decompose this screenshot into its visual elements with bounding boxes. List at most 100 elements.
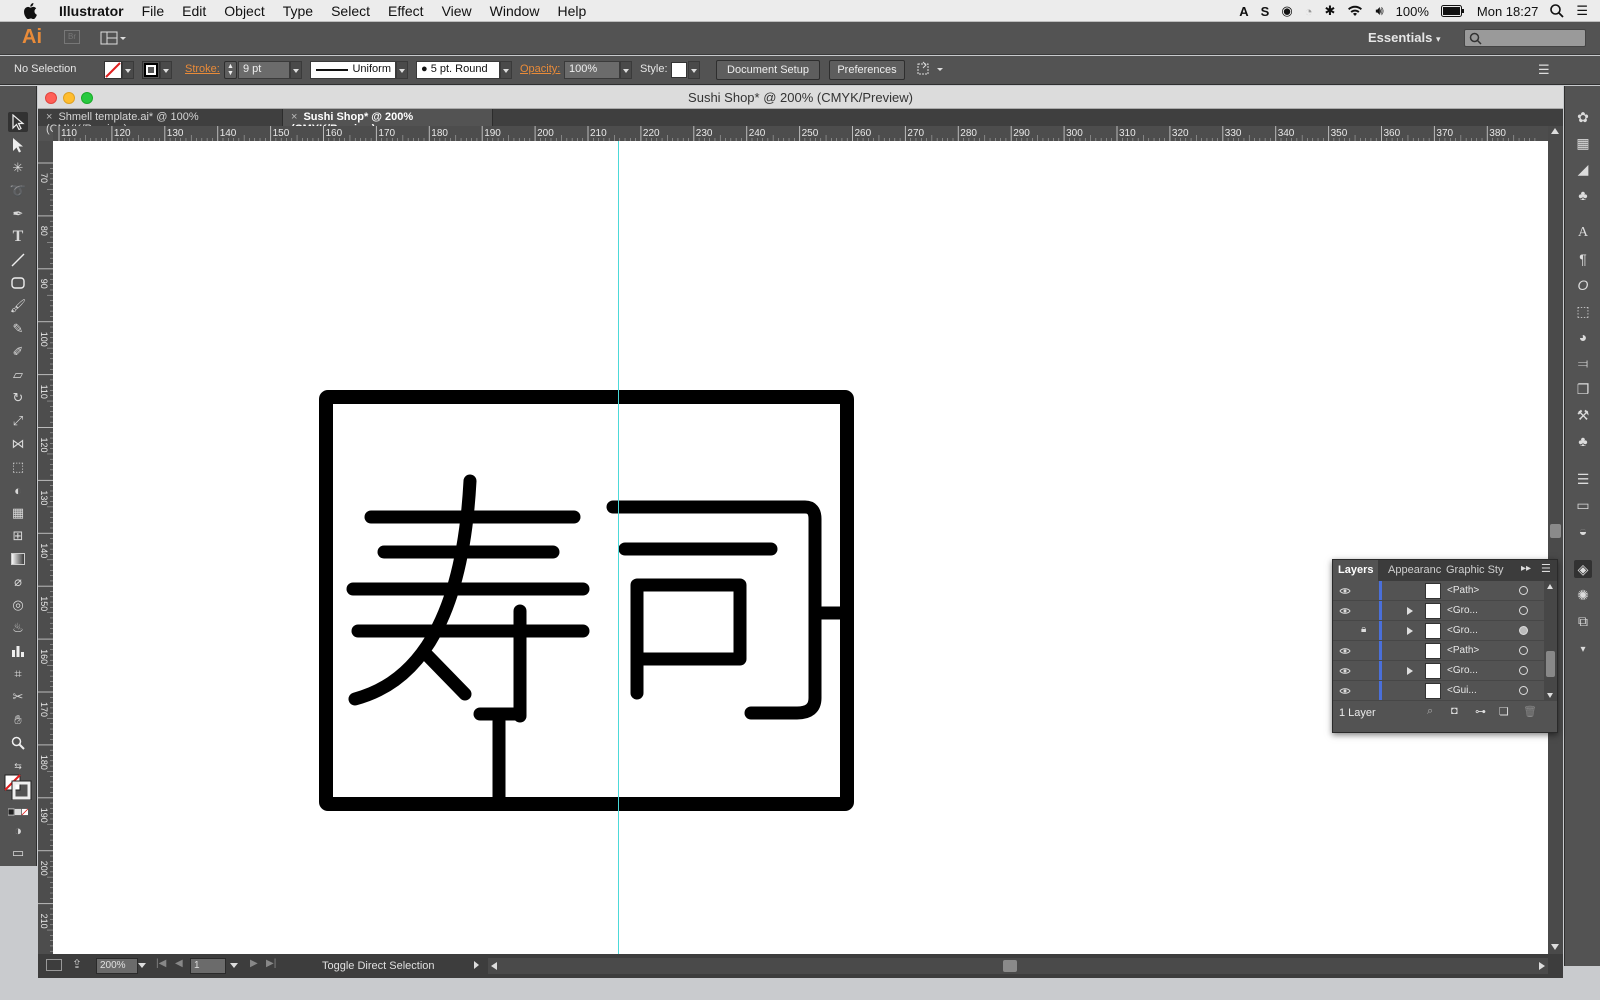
document-setup-button[interactable]: Document Setup bbox=[716, 60, 820, 80]
vertical-ruler[interactable]: 70 80 90 100 110 120 130 140 150 160 170 180 190 200 2… bbox=[38, 141, 53, 954]
sync-icon[interactable]: ◉ bbox=[1281, 3, 1292, 19]
last-artboard-button[interactable]: ▶| bbox=[266, 958, 276, 969]
symbol-library-icon[interactable]: ♣ bbox=[1574, 432, 1592, 450]
artboard-tool-icon[interactable]: ⌗ bbox=[8, 664, 28, 684]
close-tab-icon[interactable]: × bbox=[291, 111, 297, 123]
mesh-tool-icon[interactable]: ⊞ bbox=[8, 526, 28, 546]
fill-swatch[interactable] bbox=[104, 61, 122, 79]
visibility-eye-icon[interactable] bbox=[1339, 645, 1351, 657]
lasso-tool-icon[interactable]: ➰ bbox=[8, 181, 28, 201]
target-circle-icon[interactable] bbox=[1519, 606, 1528, 615]
make-clipping-mask-icon[interactable]: ◘ bbox=[1451, 705, 1458, 717]
horizontal-scrollbar[interactable] bbox=[488, 958, 1548, 974]
horizontal-scroll-thumb[interactable] bbox=[1003, 960, 1017, 972]
first-artboard-button[interactable]: |◀ bbox=[156, 958, 166, 969]
panel-menu-icon[interactable]: ☰ bbox=[1541, 562, 1551, 575]
graphic-style-dropdown[interactable] bbox=[688, 61, 700, 79]
target-circle-icon[interactable] bbox=[1519, 626, 1528, 635]
wifi-icon[interactable] bbox=[1347, 5, 1363, 17]
color-guide-icon[interactable]: ✿ bbox=[1574, 108, 1592, 126]
appearance-icon[interactable]: ✺ bbox=[1574, 586, 1592, 604]
rectangle-tool-icon[interactable] bbox=[8, 273, 28, 293]
tab-layers[interactable]: Layers bbox=[1333, 560, 1379, 581]
fill-dropdown[interactable] bbox=[122, 61, 134, 79]
stroke-label[interactable]: Stroke: bbox=[185, 63, 220, 75]
zoom-window-button[interactable] bbox=[81, 92, 93, 104]
expand-triangle-icon[interactable] bbox=[1407, 667, 1413, 675]
tab-graphic-styles[interactable]: Graphic Sty bbox=[1441, 560, 1511, 581]
hand-tool-icon[interactable]: ✋︎ bbox=[8, 710, 28, 730]
pencil-tool-icon[interactable]: ✎ bbox=[8, 319, 28, 339]
layer-row[interactable]: <Gro... bbox=[1333, 661, 1544, 681]
stroke-panel-icon[interactable]: ☰ bbox=[1574, 470, 1592, 488]
close-tab-icon[interactable]: × bbox=[46, 111, 52, 123]
symbols-icon[interactable]: ♣ bbox=[1574, 186, 1592, 204]
selection-tool-icon[interactable] bbox=[8, 112, 28, 132]
blob-brush-tool-icon[interactable]: ✐ bbox=[8, 342, 28, 362]
scroll-right-arrow[interactable] bbox=[1539, 962, 1545, 970]
visibility-eye-icon[interactable] bbox=[1339, 685, 1351, 697]
status-text[interactable]: Toggle Direct Selection bbox=[322, 960, 435, 972]
menu-view[interactable]: View bbox=[433, 0, 481, 22]
column-graph-tool-icon[interactable] bbox=[8, 641, 28, 661]
rotate-tool-icon[interactable]: ↻ bbox=[8, 388, 28, 408]
type-tool-icon[interactable]: T bbox=[8, 227, 28, 247]
workspace-switcher[interactable]: Essentials ▾ bbox=[1368, 30, 1440, 45]
tab-sushi-shop[interactable]: ×Sushi Shop* @ 200% (CMYK/Preview) bbox=[283, 109, 493, 135]
artboard-canvas[interactable] bbox=[53, 141, 1548, 954]
layer-row[interactable]: <Gui... bbox=[1333, 681, 1544, 701]
time-machine-icon[interactable]: ◔ bbox=[1305, 4, 1313, 19]
horizontal-ruler[interactable]: 110 120 130 140 150 160 170 180 190 200 210 220 230 2… bbox=[53, 126, 1548, 141]
zoom-dropdown[interactable] bbox=[138, 963, 146, 968]
stroke-stepper[interactable]: ▲ ▼ bbox=[224, 61, 237, 79]
profile-dropdown[interactable] bbox=[396, 61, 408, 79]
perspective-grid-tool-icon[interactable]: ▦ bbox=[8, 503, 28, 523]
line-segment-tool-icon[interactable] bbox=[8, 250, 28, 270]
layers-scroll-up[interactable] bbox=[1547, 584, 1553, 589]
artboards-icon[interactable]: ⧉ bbox=[1574, 612, 1592, 630]
spotlight-icon[interactable] bbox=[1550, 4, 1564, 18]
control-panel-menu-icon[interactable]: ☰ bbox=[1538, 62, 1550, 78]
tab-appearance[interactable]: Appearanc bbox=[1383, 560, 1441, 581]
scroll-thumb[interactable] bbox=[1550, 524, 1561, 538]
vertical-guide[interactable] bbox=[618, 141, 619, 954]
opacity-field[interactable]: 100% bbox=[564, 61, 620, 79]
scroll-down-arrow[interactable] bbox=[1551, 944, 1559, 950]
sushi-logo-artwork[interactable] bbox=[53, 141, 1548, 954]
expand-dock-icon[interactable]: ▾ bbox=[1574, 640, 1592, 658]
previous-artboard-button[interactable]: ◀ bbox=[175, 958, 183, 969]
shapes-icon[interactable]: ❐ bbox=[1574, 380, 1592, 398]
scroll-up-arrow[interactable] bbox=[1551, 128, 1559, 134]
expand-triangle-icon[interactable] bbox=[1407, 627, 1413, 635]
zoom-level-field[interactable]: 200% bbox=[96, 958, 138, 974]
blend-tool-icon[interactable]: ◎ bbox=[8, 595, 28, 615]
align-icon[interactable]: ⫤ bbox=[1574, 354, 1592, 372]
drawing-mode-icon[interactable]: ◑ bbox=[8, 820, 28, 840]
free-transform-tool-icon[interactable]: ⬚ bbox=[8, 457, 28, 477]
menubar-clock[interactable]: Mon 18:27 bbox=[1477, 4, 1538, 19]
visibility-eye-icon[interactable] bbox=[1339, 605, 1351, 617]
close-window-button[interactable] bbox=[45, 92, 57, 104]
shape-builder-tool-icon[interactable]: ◐ bbox=[8, 480, 28, 500]
color-mode-icons[interactable] bbox=[8, 802, 28, 822]
preferences-button[interactable]: Preferences bbox=[829, 60, 905, 80]
transform-options-icon[interactable] bbox=[917, 61, 945, 80]
volume-icon[interactable]: 🔊︎ bbox=[1375, 3, 1383, 19]
battery-icon[interactable] bbox=[1440, 5, 1465, 17]
apple-icon[interactable] bbox=[20, 2, 40, 19]
stroke-weight-field[interactable]: 9 pt bbox=[238, 61, 290, 79]
arrange-documents-button[interactable] bbox=[100, 29, 128, 47]
magic-wand-tool-icon[interactable]: ✳ bbox=[8, 158, 28, 178]
bluetooth-icon[interactable]: ✱ bbox=[1325, 3, 1336, 19]
status-menu-arrow[interactable] bbox=[474, 961, 479, 969]
panel-collapse-icon[interactable]: ▸▸ bbox=[1521, 563, 1531, 574]
scroll-left-arrow[interactable] bbox=[491, 962, 497, 970]
skype-icon[interactable]: S bbox=[1261, 4, 1270, 19]
bridge-button[interactable]: Br bbox=[64, 30, 80, 44]
target-circle-icon[interactable] bbox=[1519, 646, 1528, 655]
stroke-swatch[interactable] bbox=[142, 61, 160, 79]
graphic-style-swatch[interactable] bbox=[671, 62, 687, 78]
layer-row[interactable]: 🔒︎ <Gro... bbox=[1333, 621, 1544, 641]
pen-tool-icon[interactable]: ✒ bbox=[8, 204, 28, 224]
create-sublayer-icon[interactable]: ⊶ bbox=[1475, 705, 1486, 718]
